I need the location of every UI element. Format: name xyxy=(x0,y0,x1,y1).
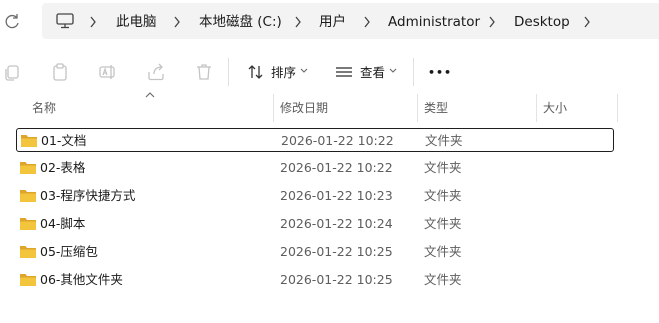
sort-button-label[interactable]: 排序 xyxy=(271,64,296,82)
file-name: 02-表格 xyxy=(40,160,86,175)
folder-icon xyxy=(21,135,37,147)
file-type: 文件夹 xyxy=(424,216,462,231)
breadcrumb-administrator[interactable]: Administrator xyxy=(388,13,480,31)
breadcrumb-local-disk[interactable]: 本地磁盘 (C:) xyxy=(199,13,282,31)
column-divider[interactable] xyxy=(273,94,274,122)
column-headers: 名称 修改日期 类型 大小 xyxy=(0,92,659,122)
column-header-name[interactable]: 名称 xyxy=(32,100,56,116)
breadcrumb-this-pc[interactable]: 此电脑 xyxy=(116,13,157,31)
file-type: 文件夹 xyxy=(424,244,462,259)
file-modified-date: 2026-01-22 10:23 xyxy=(280,188,393,203)
more-options-button[interactable]: ••• xyxy=(428,64,452,82)
folder-icon xyxy=(20,190,36,202)
column-header-size[interactable]: 大小 xyxy=(543,100,567,116)
folder-icon xyxy=(20,162,36,174)
file-type: 文件夹 xyxy=(424,272,462,287)
file-name: 05-压缩包 xyxy=(40,244,98,259)
sort-ascending-icon xyxy=(145,92,155,98)
chevron-down-icon[interactable] xyxy=(300,68,308,74)
refresh-icon[interactable] xyxy=(4,13,20,31)
paste-icon[interactable] xyxy=(50,62,70,82)
file-type: 文件夹 xyxy=(424,160,462,175)
folder-icon xyxy=(20,246,36,258)
file-row[interactable]: 06-其他文件夹 2026-01-22 10:25 文件夹 xyxy=(16,268,614,292)
copy-icon[interactable] xyxy=(2,62,22,82)
file-modified-date: 2026-01-22 10:25 xyxy=(280,272,393,287)
address-bar-area: 此电脑 本地磁盘 (C:) 用户 Administrator Desktop xyxy=(0,0,659,46)
file-modified-date: 2026-01-22 10:25 xyxy=(280,244,393,259)
file-modified-date: 2026-01-22 10:22 xyxy=(280,160,393,175)
file-row[interactable]: 02-表格 2026-01-22 10:22 文件夹 xyxy=(16,156,614,180)
toolbar-divider xyxy=(228,58,229,86)
file-row[interactable]: 04-脚本 2026-01-22 10:24 文件夹 xyxy=(16,212,614,236)
view-button-label[interactable]: 查看 xyxy=(360,64,385,82)
file-name: 06-其他文件夹 xyxy=(40,272,123,287)
chevron-down-icon[interactable] xyxy=(389,68,397,74)
chevron-right-icon[interactable] xyxy=(89,16,97,28)
column-divider[interactable] xyxy=(536,94,537,122)
chevron-right-icon[interactable] xyxy=(173,16,181,28)
folder-icon xyxy=(20,274,36,286)
breadcrumb-desktop[interactable]: Desktop xyxy=(514,13,570,31)
column-header-date[interactable]: 修改日期 xyxy=(280,100,328,116)
chevron-right-icon[interactable] xyxy=(488,16,496,28)
file-modified-date: 2026-01-22 10:22 xyxy=(281,133,394,148)
this-pc-icon xyxy=(56,13,74,29)
file-row[interactable]: 03-程序快捷方式 2026-01-22 10:23 文件夹 xyxy=(16,184,614,208)
sort-icon[interactable] xyxy=(246,62,266,82)
file-name: 04-脚本 xyxy=(40,216,86,231)
column-header-type[interactable]: 类型 xyxy=(424,100,448,116)
chevron-right-icon[interactable] xyxy=(363,16,371,28)
rename-icon[interactable] xyxy=(98,62,118,82)
file-modified-date: 2026-01-22 10:24 xyxy=(280,216,393,231)
file-type: 文件夹 xyxy=(424,188,462,203)
view-icon[interactable] xyxy=(334,62,354,82)
breadcrumb-users[interactable]: 用户 xyxy=(319,13,346,31)
share-icon[interactable] xyxy=(146,62,166,82)
column-divider[interactable] xyxy=(617,94,618,122)
chevron-right-icon[interactable] xyxy=(294,16,302,28)
delete-icon[interactable] xyxy=(194,62,214,82)
toolbar-divider xyxy=(413,58,414,86)
file-type: 文件夹 xyxy=(425,133,463,148)
address-bar[interactable]: 此电脑 本地磁盘 (C:) 用户 Administrator Desktop xyxy=(42,3,659,39)
file-row[interactable]: 01-文档 2026-01-22 10:22 文件夹 xyxy=(16,128,614,152)
folder-icon xyxy=(20,218,36,230)
file-name: 01-文档 xyxy=(41,133,87,148)
file-row[interactable]: 05-压缩包 2026-01-22 10:25 文件夹 xyxy=(16,240,614,264)
file-name: 03-程序快捷方式 xyxy=(40,188,136,203)
chevron-right-icon[interactable] xyxy=(583,16,591,28)
column-divider[interactable] xyxy=(417,94,418,122)
command-bar: 排序 查看 ••• xyxy=(0,52,659,92)
